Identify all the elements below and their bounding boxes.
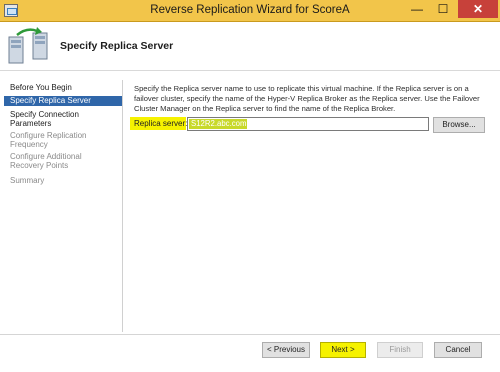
replica-server-input[interactable]: S12R2.abc.com xyxy=(187,117,429,131)
footer-divider xyxy=(0,334,500,335)
maximize-button[interactable]: ☐ xyxy=(430,0,456,18)
cancel-button[interactable]: Cancel xyxy=(434,342,482,358)
replica-server-label: Replica server: xyxy=(134,119,188,128)
previous-button[interactable]: < Previous xyxy=(262,342,310,358)
nav-item-before-you-begin[interactable]: Before You Begin xyxy=(4,83,122,92)
nav-item-specify-replica-server[interactable]: Specify Replica Server xyxy=(4,96,122,106)
nav-divider xyxy=(122,80,123,332)
description-text: Specify the Replica server name to use t… xyxy=(134,84,480,113)
nav-item-configure-additional-recovery-points: Configure Additional Recovery Points xyxy=(10,152,82,170)
server-replication-icon xyxy=(8,27,48,64)
page-title: Specify Replica Server xyxy=(60,40,174,52)
finish-button: Finish xyxy=(377,342,423,358)
browse-button[interactable]: Browse... xyxy=(433,117,485,133)
close-button[interactable]: ✕ xyxy=(458,0,498,18)
title-bar[interactable]: Reverse Replication Wizard for ScoreA — … xyxy=(0,0,500,22)
next-button[interactable]: Next > xyxy=(320,342,366,358)
nav-item-specify-connection-parameters[interactable]: Specify Connection Parameters xyxy=(4,110,114,128)
nav-item-configure-replication-frequency: Configure Replication Frequency xyxy=(10,131,87,149)
nav-item-summary: Summary xyxy=(10,176,45,185)
wizard-header: Specify Replica Server xyxy=(0,22,500,71)
wizard-steps-nav: Before You Begin Specify Replica Server … xyxy=(0,71,122,335)
replica-server-value: S12R2.abc.com xyxy=(191,119,247,128)
minimize-button[interactable]: — xyxy=(404,0,430,18)
